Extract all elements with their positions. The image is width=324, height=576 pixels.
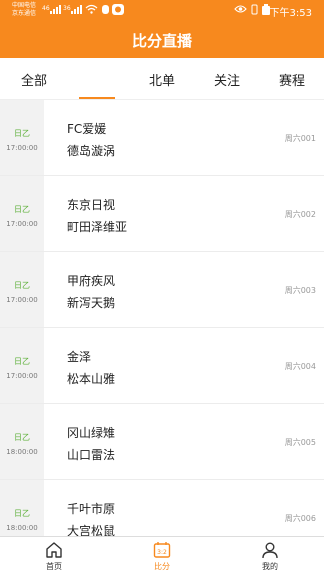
away-team: 町田泽维亚 bbox=[67, 220, 128, 234]
league-label: 日乙 bbox=[14, 357, 30, 366]
wifi-icon bbox=[85, 4, 98, 14]
tab-all[interactable]: 全部 bbox=[21, 70, 47, 89]
status-bar: 中国电信 京东通信 46 36 下午3:53 bbox=[0, 0, 324, 22]
match-row[interactable]: 日乙 17:00:00 东京日视 町田泽维亚 周六002 bbox=[0, 176, 324, 252]
status-time: 下午3:53 bbox=[269, 8, 312, 19]
carrier-name-1: 中国电信 bbox=[12, 2, 37, 9]
vibrate-icon bbox=[251, 4, 258, 15]
away-team: 德岛漩涡 bbox=[67, 144, 116, 158]
tab-schedule[interactable]: 赛程 bbox=[279, 70, 305, 89]
match-number: 周六004 bbox=[284, 362, 316, 371]
league-label: 日乙 bbox=[14, 433, 30, 442]
match-time: 18:00:00 bbox=[6, 448, 38, 456]
nav-home-label: 首页 bbox=[46, 562, 62, 571]
home-team: 甲府疾风 bbox=[67, 274, 116, 288]
match-number: 周六003 bbox=[284, 286, 316, 295]
active-tab-indicator bbox=[79, 97, 115, 99]
filter-tabs: 全部 北单 关注 赛程 bbox=[0, 58, 324, 100]
league-label: 日乙 bbox=[14, 509, 30, 518]
app-notify-icon bbox=[112, 4, 124, 15]
league-label: 日乙 bbox=[14, 129, 30, 138]
match-list: 日乙 17:00:00 FC爱媛 德岛漩涡 周六001 日乙 17:00:00 … bbox=[0, 100, 324, 536]
match-meta: 日乙 18:00:00 bbox=[0, 404, 44, 479]
carrier-info: 中国电信 京东通信 bbox=[12, 2, 36, 18]
match-number: 周六006 bbox=[284, 514, 316, 523]
match-meta: 日乙 17:00:00 bbox=[0, 176, 44, 251]
home-team: 千叶市原 bbox=[67, 502, 116, 516]
away-team: 松本山雅 bbox=[67, 372, 116, 386]
nav-home[interactable]: 首页 bbox=[24, 537, 84, 576]
match-time: 18:00:00 bbox=[6, 524, 38, 532]
svg-text:3:2: 3:2 bbox=[157, 549, 167, 556]
match-meta: 日乙 18:00:00 bbox=[0, 480, 44, 536]
tab-beidan[interactable]: 北单 bbox=[149, 70, 175, 89]
match-meta: 日乙 17:00:00 bbox=[0, 252, 44, 327]
away-team: 新泻天鹅 bbox=[67, 296, 116, 310]
match-row[interactable]: 日乙 18:00:00 千叶市原 大宫松鼠 周六006 bbox=[0, 480, 324, 536]
match-row[interactable]: 日乙 17:00:00 甲府疾风 新泻天鹅 周六003 bbox=[0, 252, 324, 328]
notification-icon bbox=[102, 5, 109, 14]
match-time: 17:00:00 bbox=[6, 220, 38, 228]
match-meta: 日乙 17:00:00 bbox=[0, 328, 44, 403]
bottom-nav: 首页 3:2 比分 我的 bbox=[0, 536, 324, 576]
signal-label-2: 36 bbox=[63, 5, 71, 12]
match-time: 17:00:00 bbox=[6, 144, 38, 152]
league-label: 日乙 bbox=[14, 205, 30, 214]
match-row[interactable]: 日乙 17:00:00 FC爱媛 德岛漩涡 周六001 bbox=[0, 100, 324, 176]
signal-icon bbox=[50, 5, 61, 14]
signal-label-1: 46 bbox=[42, 5, 50, 12]
nav-mine-label: 我的 bbox=[262, 562, 278, 571]
match-time: 17:00:00 bbox=[6, 372, 38, 380]
match-row[interactable]: 日乙 17:00:00 金泽 松本山雅 周六004 bbox=[0, 328, 324, 404]
league-label: 日乙 bbox=[14, 281, 30, 290]
eye-icon bbox=[234, 5, 247, 13]
home-team: 冈山绿雉 bbox=[67, 426, 116, 440]
match-meta: 日乙 17:00:00 bbox=[0, 100, 44, 175]
away-team: 大宫松鼠 bbox=[67, 524, 116, 536]
home-team: 金泽 bbox=[67, 350, 92, 364]
scoreboard-icon: 3:2 bbox=[153, 542, 171, 558]
page-title: 比分直播 bbox=[131, 32, 192, 50]
carrier-name-2: 京东通信 bbox=[12, 10, 37, 17]
app-header: 中国电信 京东通信 46 36 下午3:53 比分直播 bbox=[0, 0, 324, 58]
home-team: FC爱媛 bbox=[67, 122, 107, 136]
tab-following[interactable]: 关注 bbox=[214, 70, 240, 89]
nav-mine[interactable]: 我的 bbox=[240, 537, 300, 576]
match-time: 17:00:00 bbox=[6, 296, 38, 304]
match-row[interactable]: 日乙 18:00:00 冈山绿雉 山口雷法 周六005 bbox=[0, 404, 324, 480]
match-number: 周六002 bbox=[284, 210, 316, 219]
away-team: 山口雷法 bbox=[67, 448, 116, 462]
nav-score[interactable]: 3:2 比分 bbox=[132, 537, 192, 576]
home-team: 东京日视 bbox=[67, 198, 116, 212]
home-icon bbox=[46, 542, 62, 558]
match-number: 周六005 bbox=[284, 438, 316, 447]
nav-score-label: 比分 bbox=[154, 562, 170, 571]
user-icon bbox=[262, 542, 278, 559]
signal-icon-2 bbox=[71, 5, 82, 14]
match-number: 周六001 bbox=[284, 134, 316, 143]
